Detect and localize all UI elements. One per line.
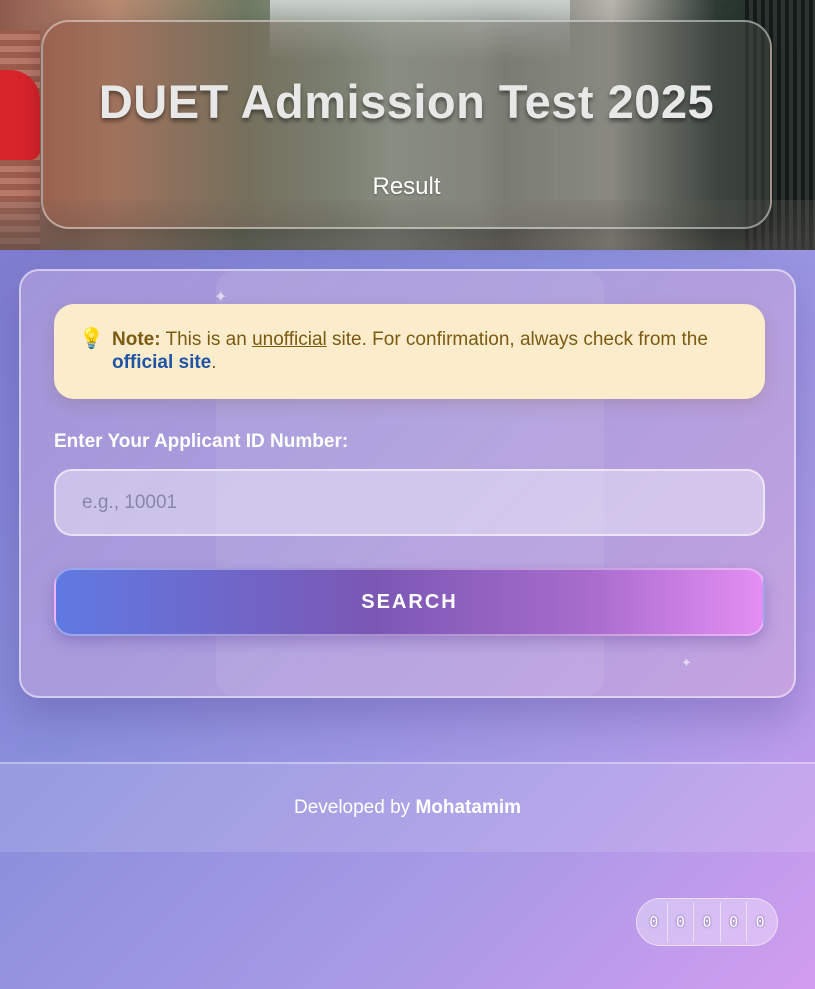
disclaimer-note: 💡 Note: This is an unofficial site. For … — [54, 304, 765, 399]
search-card: ✦ ✦ 💡 Note: This is an unofficial site. … — [19, 269, 796, 698]
hero-panel: DUET Admission Test 2025 Result — [41, 20, 772, 229]
search-button[interactable]: SEARCH — [54, 568, 765, 636]
footer-prefix: Developed by — [293, 797, 416, 818]
note-text-after: . — [211, 352, 217, 373]
lightbulb-icon: 💡 — [79, 328, 104, 350]
visit-counter: 0 0 0 0 0 — [636, 898, 778, 946]
footer: Developed by Mohatamim — [0, 762, 815, 852]
counter-digit: 0 — [694, 902, 721, 942]
note-text-before: This is an — [160, 329, 253, 350]
counter-digit: 0 — [641, 902, 668, 942]
footer-author: Mohatamim — [415, 797, 522, 818]
page-subtitle: Result — [372, 173, 441, 200]
applicant-id-label: Enter Your Applicant ID Number: — [54, 431, 349, 452]
note-label: Note: — [112, 329, 161, 350]
official-site-link[interactable]: official site — [112, 352, 211, 373]
counter-digit: 0 — [721, 902, 748, 942]
header-map-sign — [0, 70, 40, 160]
counter-digit: 0 — [755, 913, 765, 931]
applicant-id-input[interactable] — [54, 469, 765, 536]
note-text-middle: site. For confirmation, always check fro… — [326, 329, 708, 350]
page-title: DUET Admission Test 2025 — [98, 75, 715, 128]
sparkle-icon: ✦ — [681, 655, 692, 670]
note-unofficial: unofficial — [252, 329, 327, 350]
counter-digit: 0 — [668, 902, 695, 942]
